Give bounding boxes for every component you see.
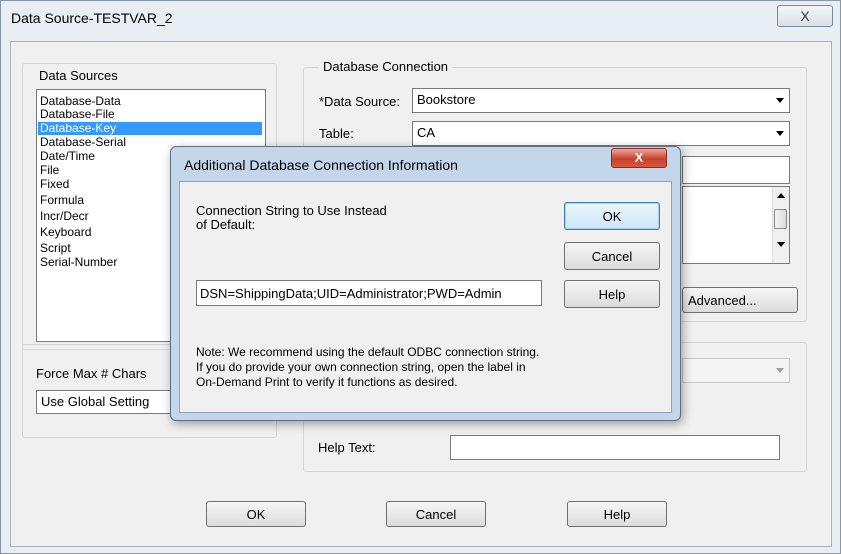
cancel-button[interactable]: Cancel bbox=[386, 501, 486, 527]
help-text-input[interactable] bbox=[450, 435, 780, 460]
table-label: Table: bbox=[319, 126, 354, 141]
table-value: CA bbox=[417, 125, 436, 140]
data-source-select[interactable]: Bookstore bbox=[412, 88, 790, 113]
dialog-cancel-button[interactable]: Cancel bbox=[564, 242, 660, 270]
advanced-button[interactable]: Advanced... bbox=[682, 287, 798, 313]
dialog-ok-button[interactable]: OK bbox=[564, 202, 660, 230]
data-sources-label: Data Sources bbox=[39, 68, 118, 83]
list-item[interactable]: Script bbox=[40, 242, 71, 255]
scroll-thumb[interactable] bbox=[774, 209, 787, 229]
list-item[interactable]: Incr/Decr bbox=[40, 210, 89, 223]
connection-string-input[interactable]: DSN=ShippingData;UID=Administrator;PWD=A… bbox=[196, 280, 542, 306]
prompt-line-1: Connection String to Use Instead bbox=[196, 203, 387, 218]
list-item[interactable]: Formula bbox=[40, 194, 84, 207]
table-select[interactable]: CA bbox=[412, 121, 790, 146]
list-item[interactable]: Fixed bbox=[40, 178, 69, 191]
note-line-3: On-Demand Print to verify it functions a… bbox=[196, 375, 458, 389]
list-item[interactable]: Database-Serial bbox=[40, 136, 126, 149]
list-item[interactable]: Serial-Number bbox=[40, 256, 117, 269]
list-item[interactable]: Keyboard bbox=[40, 226, 91, 239]
window-title: Data Source-TESTVAR_2 bbox=[11, 10, 173, 26]
dialog-help-button[interactable]: Help bbox=[564, 280, 660, 308]
connection-string-prompt: Connection String to Use Instead of Defa… bbox=[196, 204, 387, 232]
database-connection-label: Database Connection bbox=[319, 59, 453, 74]
close-icon: X bbox=[800, 8, 810, 24]
ok-button[interactable]: OK bbox=[206, 501, 306, 527]
additional-connection-dialog: Additional Database Connection Informati… bbox=[170, 146, 681, 421]
field-list-scrollbar[interactable] bbox=[772, 187, 789, 263]
data-source-value: Bookstore bbox=[417, 92, 476, 107]
window-close-button[interactable]: X bbox=[777, 5, 833, 27]
force-max-label: Force Max # Chars bbox=[36, 366, 147, 381]
chevron-down-icon bbox=[776, 131, 784, 136]
scroll-up-icon[interactable] bbox=[777, 193, 785, 198]
list-item[interactable]: Database-File bbox=[40, 108, 115, 121]
help-text-label: Help Text: bbox=[318, 440, 376, 455]
help-button[interactable]: Help bbox=[567, 501, 667, 527]
close-icon: X bbox=[634, 150, 644, 165]
field-list[interactable] bbox=[682, 186, 790, 264]
chevron-down-icon bbox=[776, 368, 784, 373]
note-line-1: Note: We recommend using the default ODB… bbox=[196, 345, 540, 359]
scroll-down-icon[interactable] bbox=[777, 242, 785, 247]
dialog-client-area: Connection String to Use Instead of Defa… bbox=[179, 181, 672, 413]
chevron-down-icon bbox=[776, 98, 784, 103]
options-select[interactable] bbox=[682, 358, 790, 383]
list-item-selected[interactable]: Database-Key bbox=[38, 122, 262, 135]
dialog-title: Additional Database Connection Informati… bbox=[184, 157, 458, 173]
dialog-close-button[interactable]: X bbox=[611, 148, 667, 168]
field-input[interactable] bbox=[682, 156, 790, 184]
list-item[interactable]: File bbox=[40, 164, 59, 177]
prompt-line-2: of Default: bbox=[196, 217, 256, 232]
list-item[interactable]: Date/Time bbox=[40, 150, 95, 163]
data-source-label: *Data Source: bbox=[319, 94, 400, 109]
note-line-2: If you do provide your own connection st… bbox=[196, 360, 526, 374]
dialog-note: Note: We recommend using the default ODB… bbox=[196, 345, 539, 390]
